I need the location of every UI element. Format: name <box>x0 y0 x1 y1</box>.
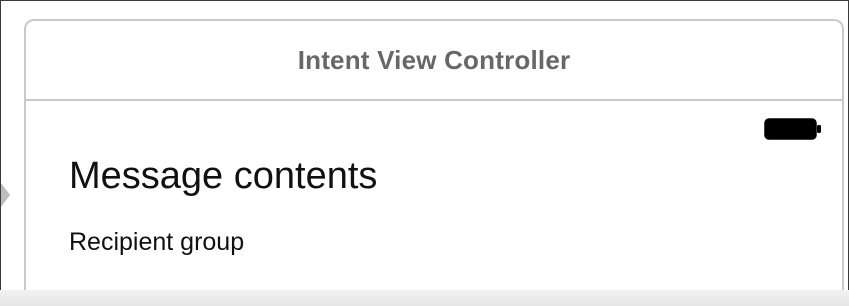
recipient-group-label[interactable]: Recipient group <box>69 228 244 257</box>
intent-view-controller-scene[interactable]: Intent View Controller Message contents … <box>24 19 844 290</box>
message-contents-label[interactable]: Message contents <box>69 155 377 198</box>
canvas-bottom-edge <box>0 290 849 306</box>
battery-full-icon <box>764 118 821 140</box>
scene-header[interactable]: Intent View Controller <box>26 21 842 101</box>
scene-title: Intent View Controller <box>297 44 571 75</box>
initial-entry-arrow-icon[interactable] <box>1 183 10 207</box>
